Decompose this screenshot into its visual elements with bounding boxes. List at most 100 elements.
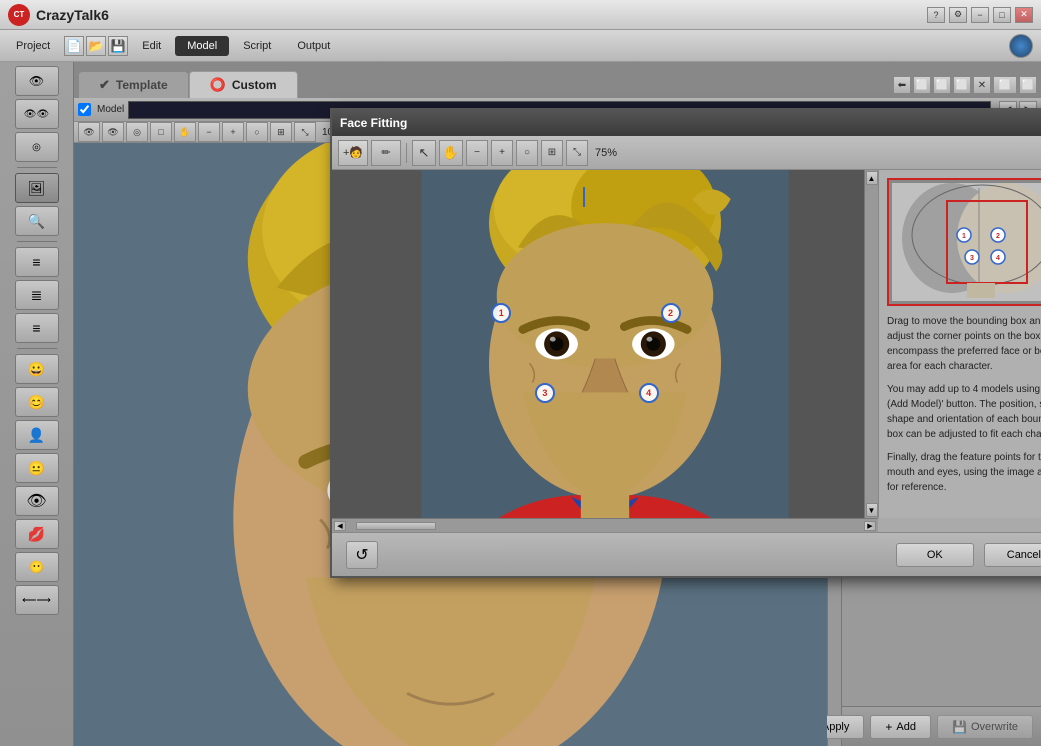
svg-text:1: 1 <box>962 233 966 240</box>
vt-box[interactable]: □ <box>150 122 172 142</box>
app-window: CT CrazyTalk6 ? ⚙ − □ ✕ Project 📄 📂 💾 Ed… <box>0 0 1041 746</box>
sidebar-btn-profile[interactable]: 👤 <box>15 420 59 450</box>
app-title: CrazyTalk6 <box>36 7 109 23</box>
settings-icon[interactable]: ⚙ <box>949 7 967 23</box>
minimize-button[interactable]: − <box>971 7 989 23</box>
dt-grid[interactable]: ⊞ <box>541 140 563 166</box>
sidebar-btn-lines1[interactable]: ≡ <box>15 247 59 277</box>
tab-toolbar-btn4[interactable]: ⬜ <box>953 76 971 94</box>
instruction-text-1: Drag to move the bounding box and adjust… <box>887 314 1041 374</box>
vt-grid[interactable]: ⊞ <box>270 122 292 142</box>
feature-point-1[interactable]: 1 <box>491 303 511 323</box>
dialog-hscrollbar[interactable]: ◀ ▶ <box>332 518 878 532</box>
tab-toolbar-btn6[interactable]: ⬜ <box>993 76 1017 94</box>
close-button[interactable]: ✕ <box>1015 7 1033 23</box>
sidebar-btn-lines2[interactable]: ≣ <box>15 280 59 310</box>
sidebar-btn-eye3[interactable]: ◎ <box>15 132 59 162</box>
model-checkbox[interactable] <box>78 103 91 116</box>
feature-point-3[interactable]: 3 <box>535 383 555 403</box>
cursor-indicator <box>583 187 585 207</box>
dialog-cancel-btn[interactable]: Cancel <box>984 543 1041 567</box>
feature-point-2[interactable]: 2 <box>661 303 681 323</box>
face-preview-inner: 1 2 3 4 <box>892 183 1041 301</box>
sidebar-btn-eye2[interactable]: 👁👁 <box>15 99 59 129</box>
dialog-toolbar: +🧑 ✏ ↖ ✋ − + ○ ⊞ ⤡ 75% <box>332 136 1041 170</box>
maximize-button[interactable]: □ <box>993 7 1011 23</box>
instruction-text-3: Finally, drag the feature points for the… <box>887 450 1041 495</box>
menu-icon-save[interactable]: 💾 <box>108 36 128 56</box>
tab-toolbar-btn5[interactable]: ✕ <box>973 76 991 94</box>
vt-plus[interactable]: + <box>222 122 244 142</box>
tab-toolbar-btn1[interactable]: ⬅ <box>893 76 911 94</box>
face-preview-svg: 1 2 3 4 <box>892 183 1041 301</box>
svg-text:4: 4 <box>996 255 1000 262</box>
add-button[interactable]: + Add <box>870 715 931 739</box>
vt-circle[interactable]: ○ <box>246 122 268 142</box>
dialog-viewport[interactable]: 1 2 3 4 ▲ ▼ <box>332 170 878 518</box>
app-logo: CT <box>8 4 30 26</box>
dialog-info-panel: 1 2 3 4 Drag to m <box>878 170 1041 518</box>
dt-cursor[interactable]: ↖ <box>412 140 436 166</box>
title-bar-right: ? ⚙ − □ ✕ <box>927 7 1033 23</box>
sidebar-btn-face1[interactable]: 😀 <box>15 354 59 384</box>
face-preview-wrapper: 1 2 3 4 <box>887 178 1041 306</box>
sidebar-btn-mouth[interactable]: 💋 <box>15 519 59 549</box>
model-label: Model <box>97 104 124 115</box>
dialog-titlebar: Face Fitting ✕ <box>332 110 1041 136</box>
menu-script[interactable]: Script <box>231 36 283 56</box>
world-icon[interactable] <box>1009 34 1033 58</box>
svg-text:2: 2 <box>996 233 1000 240</box>
dialog-character-svg <box>332 170 878 518</box>
svg-text:3: 3 <box>970 255 974 262</box>
title-bar-left: CT CrazyTalk6 <box>8 4 109 26</box>
sidebar-btn-image[interactable]: 🖼 <box>15 173 59 203</box>
dialog-title: Face Fitting <box>340 116 407 130</box>
top-tabs-bar: ✔ Template ⭕ Custom ⬅ ⬜ ⬜ ⬜ ✕ ⬜ ⬜ <box>74 62 1041 98</box>
tab-template[interactable]: ✔ Template <box>78 71 189 98</box>
dialog-reset-btn[interactable]: ↺ <box>346 541 378 569</box>
menu-icon-open[interactable]: 📂 <box>86 36 106 56</box>
menu-project[interactable]: Project <box>4 36 62 56</box>
vt-eye3[interactable]: ◎ <box>126 122 148 142</box>
face-fitting-dialog: Face Fitting ✕ +🧑 ✏ ↖ ✋ − + ○ ⊞ ⤡ 75% <box>330 108 1041 578</box>
menu-icon-new[interactable]: 📄 <box>64 36 84 56</box>
sidebar-btn-zoom[interactable]: 🔍 <box>15 206 59 236</box>
tab-toolbar-btn7[interactable]: ⬜ <box>1019 76 1037 94</box>
sidebar-btn-arrows[interactable]: ⟵⟶ <box>15 585 59 615</box>
dt-hand[interactable]: ✋ <box>439 140 463 166</box>
vt-eye1[interactable]: 👁 <box>78 122 100 142</box>
vt-resize[interactable]: ⤡ <box>294 122 316 142</box>
overwrite-button: 💾 Overwrite <box>937 715 1033 739</box>
feature-point-4[interactable]: 4 <box>639 383 659 403</box>
menu-edit[interactable]: Edit <box>130 36 173 56</box>
dt-circle[interactable]: ○ <box>516 140 538 166</box>
vt-hand[interactable]: ✋ <box>174 122 196 142</box>
sidebar-btn-lines3[interactable]: ≡ <box>15 313 59 343</box>
menu-model[interactable]: Model <box>175 36 229 56</box>
dt-minus[interactable]: − <box>466 140 488 166</box>
action-bar: 🖼 Apply + Add 💾 Overwrite <box>842 706 1041 746</box>
help-button[interactable]: ? <box>927 7 945 23</box>
sidebar-btn-face3[interactable]: 😐 <box>15 453 59 483</box>
tab-custom[interactable]: ⭕ Custom <box>189 71 298 98</box>
sidebar-btn-eye1[interactable]: 👁 <box>15 66 59 96</box>
sidebar-btn-face4[interactable]: 😶 <box>15 552 59 582</box>
sidebar-btn-eye-large[interactable]: 👁 <box>15 486 59 516</box>
menu-bar: Project 📄 📂 💾 Edit Model Script Output <box>0 30 1041 62</box>
dt-resize[interactable]: ⤡ <box>566 140 588 166</box>
dialog-vscrollbar[interactable]: ▲ ▼ <box>864 170 878 518</box>
dt-edit[interactable]: ✏ <box>371 140 401 166</box>
sidebar-btn-face2[interactable]: 😊 <box>15 387 59 417</box>
vt-eye2[interactable]: 👁 <box>102 122 124 142</box>
dt-add-model[interactable]: +🧑 <box>338 140 368 166</box>
tab-toolbar-btn2[interactable]: ⬜ <box>913 76 931 94</box>
dialog-zoom-label: 75% <box>595 147 617 159</box>
left-sidebar: 👁 👁👁 ◎ 🖼 🔍 ≡ ≣ ≡ 😀 😊 👤 😐 👁 💋 😶 ⟵⟶ <box>0 62 74 746</box>
vt-minus[interactable]: − <box>198 122 220 142</box>
menu-output[interactable]: Output <box>285 36 342 56</box>
dialog-content: 1 2 3 4 ▲ ▼ <box>332 170 1041 518</box>
tab-toolbar-btn3[interactable]: ⬜ <box>933 76 951 94</box>
dt-plus[interactable]: + <box>491 140 513 166</box>
dialog-ok-btn[interactable]: OK <box>896 543 974 567</box>
instruction-text-2: You may add up to 4 models using '+ (Add… <box>887 382 1041 442</box>
